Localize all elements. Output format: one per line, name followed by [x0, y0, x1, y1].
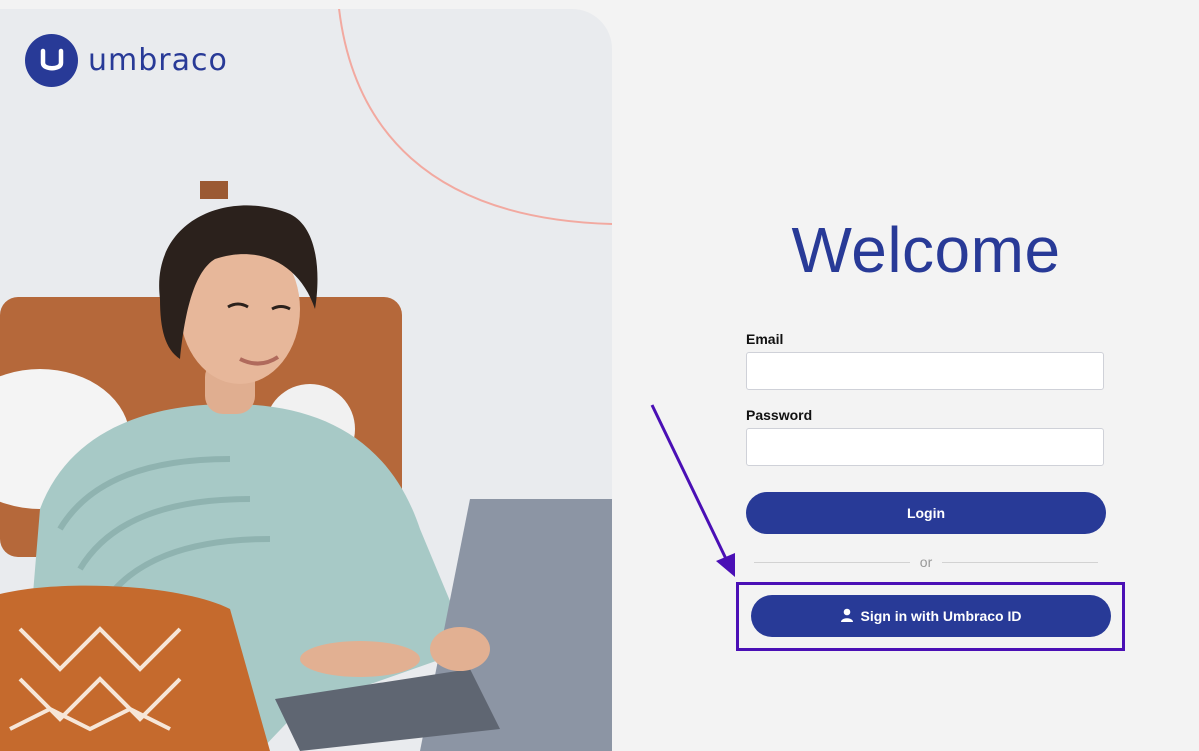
umbraco-id-login-button[interactable]: Sign in with Umbraco ID	[751, 595, 1111, 637]
divider-line-right	[942, 561, 1099, 563]
divider-line-left	[754, 561, 910, 563]
password-label: Password	[746, 407, 813, 423]
page-title: Welcome	[791, 214, 1061, 286]
brand-name: umbraco	[88, 43, 228, 78]
brand-logo[interactable]: umbraco	[25, 34, 228, 87]
arrow-icon	[650, 404, 735, 577]
password-field[interactable]	[746, 428, 1104, 466]
umbraco-u-icon	[25, 34, 78, 87]
login-button[interactable]: Login	[746, 492, 1106, 534]
email-field[interactable]	[746, 352, 1104, 390]
umbraco-id-login-label: Sign in with Umbraco ID	[860, 608, 1022, 624]
or-divider: or	[754, 552, 1099, 572]
divider-text: or	[919, 554, 933, 570]
user-icon	[840, 608, 854, 625]
login-button-label: Login	[906, 505, 946, 521]
email-label: Email	[746, 331, 784, 347]
hero-image-panel: umbraco	[0, 9, 612, 751]
hero-photo	[0, 9, 612, 751]
